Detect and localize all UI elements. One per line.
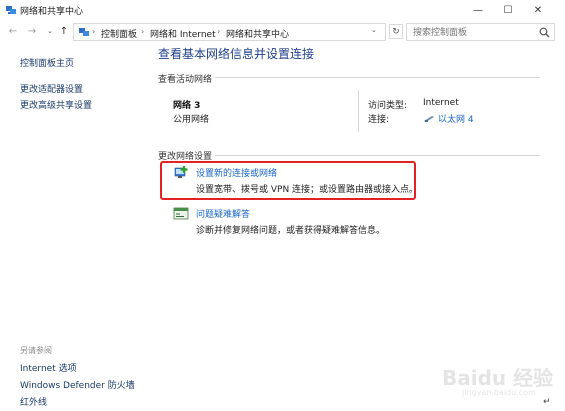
highlight-box xyxy=(160,161,416,200)
network-category: 公用网络 xyxy=(173,115,210,125)
change-advanced-sharing-link[interactable]: 更改高级共享设置 xyxy=(20,98,92,111)
network-name: 网络 3 xyxy=(173,101,201,111)
search-box[interactable] xyxy=(406,23,555,41)
address-dropdown-icon[interactable]: ⌄ xyxy=(371,26,377,34)
divider xyxy=(158,155,540,156)
access-type-label: 访问类型: xyxy=(368,101,408,111)
control-panel-icon xyxy=(79,28,89,36)
change-adapter-settings-link[interactable]: 更改适配器设置 xyxy=(20,82,83,95)
access-type-value: Internet xyxy=(423,98,459,108)
breadcrumb-separator[interactable]: › xyxy=(141,27,144,36)
refresh-button[interactable]: ↻ xyxy=(389,24,403,39)
infrared-link[interactable]: 红外线 xyxy=(20,395,47,408)
breadcrumb-network-internet[interactable]: 网络和 Internet xyxy=(150,27,216,40)
search-icon[interactable] xyxy=(539,27,550,38)
windows-defender-firewall-link[interactable]: Windows Defender 防火墙 xyxy=(20,378,135,391)
window-title: 网络和共享中心 xyxy=(20,7,84,17)
maximize-button[interactable]: ☐ xyxy=(495,2,521,18)
troubleshoot-problems-description: 诊断并修复网络问题，或者获得疑难解答信息。 xyxy=(196,226,386,236)
navigation-bar: ← → ⌄ ↑ › 控制面板 › 网络和 Internet › 网络和共享中心 … xyxy=(0,21,555,43)
search-input[interactable] xyxy=(413,25,533,40)
troubleshoot-problems-link[interactable]: 问题疑难解答 xyxy=(196,207,250,220)
watermark-url: jingyan.baidu.com xyxy=(462,388,536,397)
breadcrumb-separator[interactable]: › xyxy=(217,27,220,36)
close-button[interactable]: ✕ xyxy=(525,2,551,18)
network-center-icon xyxy=(6,6,16,14)
ethernet-connection-label[interactable]: 以太网 4 xyxy=(438,115,474,125)
ethernet-icon xyxy=(424,116,434,122)
scrollbar[interactable] xyxy=(555,0,565,411)
watermark-logo: Baidu 经验 xyxy=(442,366,554,390)
divider xyxy=(158,77,540,78)
internet-options-link[interactable]: Internet 选项 xyxy=(20,361,77,374)
divider xyxy=(358,90,359,132)
recent-locations-dropdown[interactable]: ⌄ xyxy=(44,25,56,38)
breadcrumb-separator[interactable]: › xyxy=(92,27,95,36)
minimize-button[interactable]: — xyxy=(465,2,491,18)
ethernet-connection-link[interactable]: 以太网 4 xyxy=(423,112,474,125)
back-button[interactable]: ← xyxy=(7,25,19,38)
active-networks-label: 查看活动网络 xyxy=(158,72,216,85)
title-bar: 网络和共享中心 — ☐ ✕ xyxy=(0,0,555,20)
forward-button[interactable]: → xyxy=(26,25,38,38)
connections-label: 连接: xyxy=(368,115,390,125)
address-bar[interactable]: › 控制面板 › 网络和 Internet › 网络和共享中心 ⌄ xyxy=(73,23,386,41)
page-title: 查看基本网络信息并设置连接 xyxy=(158,47,315,61)
see-also-label: 另请参阅 xyxy=(20,346,52,355)
breadcrumb-network-sharing-center[interactable]: 网络和共享中心 xyxy=(226,27,289,40)
troubleshoot-icon xyxy=(173,207,189,220)
breadcrumb-control-panel[interactable]: 控制面板 xyxy=(101,27,137,40)
paragraph-mark: ↵ xyxy=(543,397,551,407)
up-button[interactable]: ↑ xyxy=(58,25,70,38)
control-panel-home-link[interactable]: 控制面板主页 xyxy=(20,56,74,69)
